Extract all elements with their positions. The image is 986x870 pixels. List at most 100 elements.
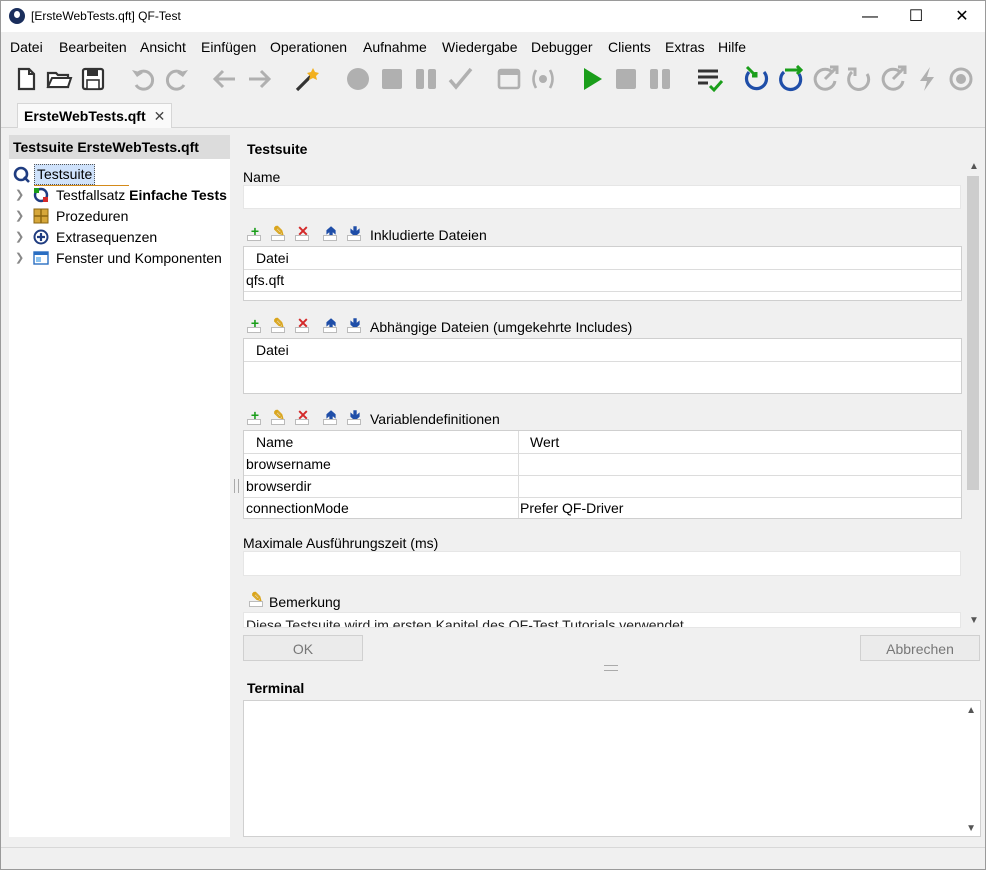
tree-item-procedures[interactable]: ❯ Prozeduren: [9, 206, 230, 226]
break-icon[interactable]: [913, 65, 941, 93]
scroll-up-icon[interactable]: ▲: [966, 705, 976, 716]
move-up-icon[interactable]: 🢁: [321, 315, 341, 333]
table-row-value[interactable]: Prefer QF-Driver: [520, 497, 623, 519]
terminal-heading: Terminal: [247, 680, 305, 696]
menu-ansicht[interactable]: Ansicht: [140, 39, 186, 55]
detail-panel: Testsuite Name + ✎ ✕ 🢁 🢃 Inkludierte Dat…: [237, 135, 981, 837]
window-icon[interactable]: [495, 65, 523, 93]
comment-textarea[interactable]: Diese Testsuite wird im ersten Kapitel d…: [243, 612, 961, 628]
back-icon[interactable]: [211, 65, 239, 93]
column-header-datei[interactable]: Datei: [256, 339, 289, 361]
skip-icon[interactable]: [845, 65, 873, 93]
close-window-button[interactable]: ✕: [939, 1, 985, 32]
delete-icon[interactable]: ✕: [293, 407, 313, 425]
scroll-up-icon[interactable]: ▲: [969, 161, 979, 172]
name-label: Name: [243, 169, 281, 185]
table-row-name[interactable]: connectionMode: [246, 497, 349, 519]
table-row-name[interactable]: browsername: [246, 453, 331, 475]
max-time-field[interactable]: [243, 551, 961, 576]
list-check-icon[interactable]: [695, 65, 723, 93]
tree-item-testsuite[interactable]: Testsuite: [9, 164, 230, 186]
menu-clients[interactable]: Clients: [608, 39, 651, 55]
add-icon[interactable]: +: [245, 407, 265, 425]
dependent-files-toolbar: + ✎ ✕ 🢁 🢃: [245, 315, 365, 333]
play-icon[interactable]: [578, 65, 606, 93]
scrollbar-thumb[interactable]: [967, 176, 979, 490]
chevron-right-icon[interactable]: ❯: [15, 206, 24, 226]
column-header-datei[interactable]: Datei: [256, 247, 289, 269]
menu-hilfe[interactable]: Hilfe: [718, 39, 746, 55]
menu-bearbeiten[interactable]: Bearbeiten: [59, 39, 127, 55]
continue-icon[interactable]: [879, 65, 907, 93]
column-header-wert[interactable]: Wert: [530, 431, 559, 453]
maximize-button[interactable]: ☐: [893, 1, 939, 32]
tree-item-label: Testfallsatz Einfache Tests: [56, 187, 227, 203]
menu-wiedergabe[interactable]: Wiedergabe: [442, 39, 518, 55]
menu-datei[interactable]: Datei: [10, 39, 43, 55]
variables-label: Variablendefinitionen: [370, 411, 500, 427]
column-header-name[interactable]: Name: [256, 431, 293, 453]
chevron-right-icon[interactable]: ❯: [15, 185, 24, 205]
menu-operationen[interactable]: Operationen: [270, 39, 347, 55]
edit-comment-icon[interactable]: ✎: [247, 589, 267, 607]
delete-icon[interactable]: ✕: [293, 223, 313, 241]
menu-extras[interactable]: Extras: [665, 39, 705, 55]
minimize-button[interactable]: —: [847, 1, 893, 32]
menu-debugger[interactable]: Debugger: [531, 39, 593, 55]
move-up-icon[interactable]: 🢁: [321, 223, 341, 241]
included-files-toolbar: + ✎ ✕ 🢁 🢃: [245, 223, 365, 241]
ok-button[interactable]: OK: [243, 635, 363, 661]
move-down-icon[interactable]: 🢃: [345, 223, 365, 241]
detail-scrollbar[interactable]: ▲ ▼: [965, 159, 981, 629]
table-row-name[interactable]: browserdir: [246, 475, 311, 497]
save-icon[interactable]: [79, 65, 107, 93]
move-down-icon[interactable]: 🢃: [345, 407, 365, 425]
undo-icon[interactable]: [129, 65, 157, 93]
tree-item-extras[interactable]: ❯ Extrasequenzen: [9, 227, 230, 247]
tree-item-label: Fenster und Komponenten: [56, 250, 222, 266]
chevron-right-icon[interactable]: ❯: [15, 227, 24, 247]
tree-item-testcase-set[interactable]: ❯ Testfallsatz Einfache Tests: [9, 185, 230, 205]
edit-icon[interactable]: ✎: [269, 407, 289, 425]
magic-wand-icon[interactable]: [293, 65, 321, 93]
pause-record-icon[interactable]: [412, 65, 440, 93]
component-icon[interactable]: [529, 65, 557, 93]
stop-record-icon[interactable]: [378, 65, 406, 93]
forward-icon[interactable]: [245, 65, 273, 93]
record-icon[interactable]: [344, 65, 372, 93]
add-icon[interactable]: +: [245, 223, 265, 241]
step-in-icon[interactable]: [743, 65, 771, 93]
step-over-icon[interactable]: [777, 65, 805, 93]
menu-aufnahme[interactable]: Aufnahme: [363, 39, 427, 55]
testcase-set-icon: [33, 187, 49, 203]
scroll-down-icon[interactable]: ▼: [969, 615, 979, 626]
tab-close-icon[interactable]: ✕: [154, 108, 166, 124]
table-row[interactable]: qfs.qft: [246, 269, 960, 291]
stop-icon[interactable]: [612, 65, 640, 93]
check-icon[interactable]: [446, 65, 474, 93]
variables-table: Name Wert browsername browserdir connect…: [243, 430, 962, 519]
terminal-output[interactable]: ▲ ▼: [243, 700, 981, 837]
delete-icon[interactable]: ✕: [293, 315, 313, 333]
menu-einfuegen[interactable]: Einfügen: [201, 39, 256, 55]
menu-bar: Datei Bearbeiten Ansicht Einfügen Operat…: [1, 35, 985, 59]
tab-erstewebtests[interactable]: ErsteWebTests.qft ✕: [17, 103, 173, 128]
edit-icon[interactable]: ✎: [269, 223, 289, 241]
tree-item-windows-components[interactable]: ❯ Fenster und Komponenten: [9, 248, 230, 268]
max-time-label: Maximale Ausführungszeit (ms): [243, 535, 439, 551]
new-file-icon[interactable]: [12, 65, 40, 93]
move-up-icon[interactable]: 🢁: [321, 407, 341, 425]
chevron-right-icon[interactable]: ❯: [15, 248, 24, 268]
pause-icon[interactable]: [646, 65, 674, 93]
move-down-icon[interactable]: 🢃: [345, 315, 365, 333]
open-folder-icon[interactable]: [45, 65, 73, 93]
name-field[interactable]: [243, 185, 961, 209]
horizontal-splitter-handle[interactable]: [604, 665, 618, 671]
redo-icon[interactable]: [163, 65, 191, 93]
scroll-down-icon[interactable]: ▼: [966, 823, 976, 834]
step-out-icon[interactable]: [811, 65, 839, 93]
add-icon[interactable]: +: [245, 315, 265, 333]
cancel-button[interactable]: Abbrechen: [860, 635, 980, 661]
edit-icon[interactable]: ✎: [269, 315, 289, 333]
breakpoint-icon[interactable]: [947, 65, 975, 93]
